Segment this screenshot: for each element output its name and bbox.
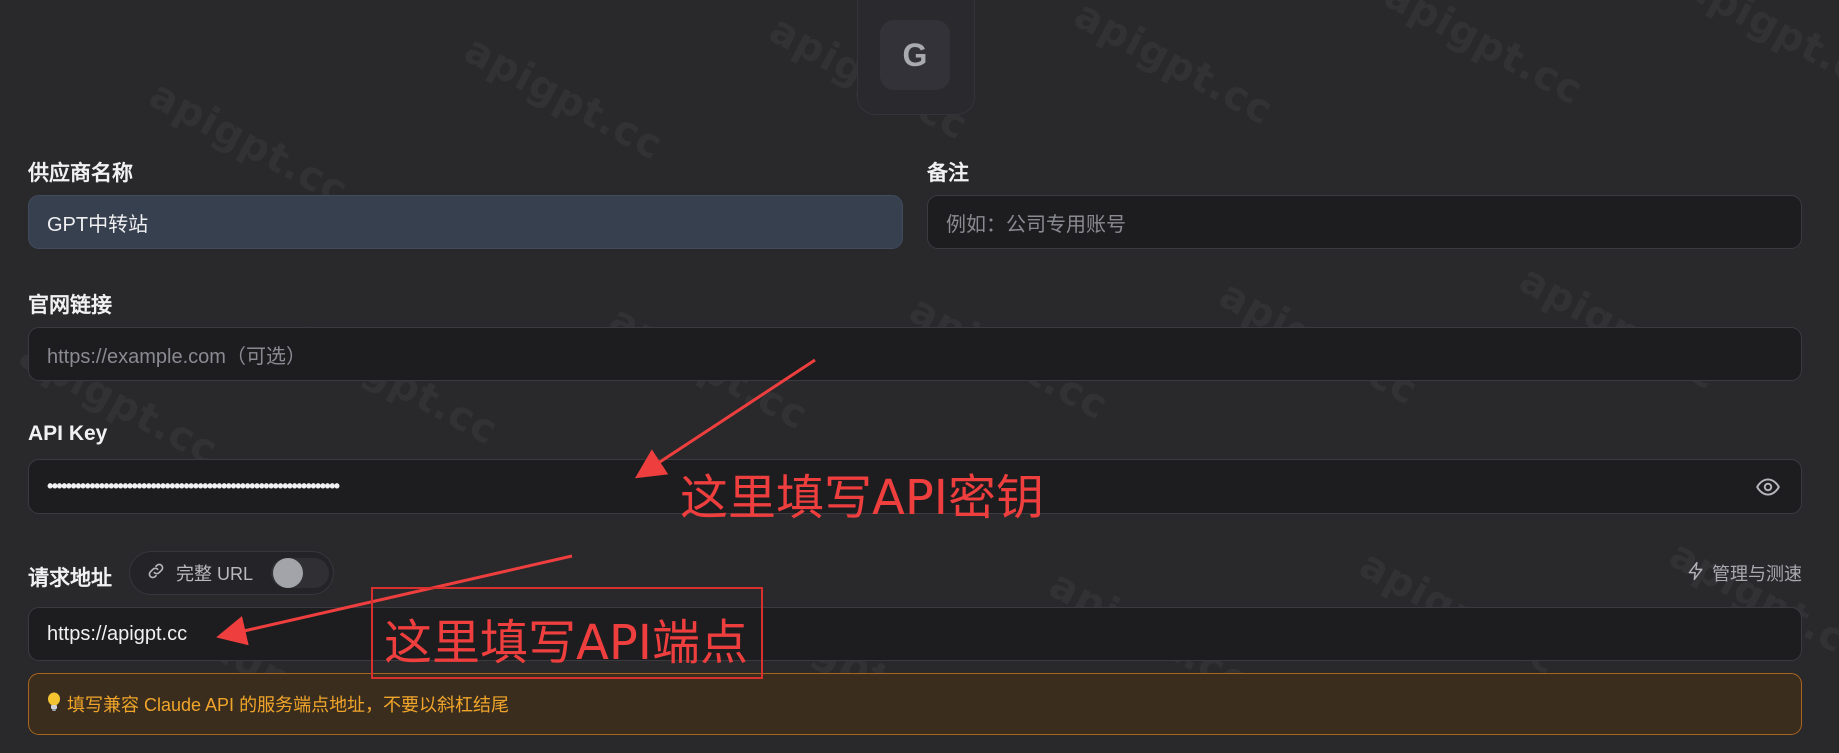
annotation-api-key: 这里填写API密钥 bbox=[680, 470, 1044, 526]
annotation-arrows bbox=[216, 358, 816, 646]
annotation-endpoint: 这里填写API端点 bbox=[384, 615, 748, 671]
